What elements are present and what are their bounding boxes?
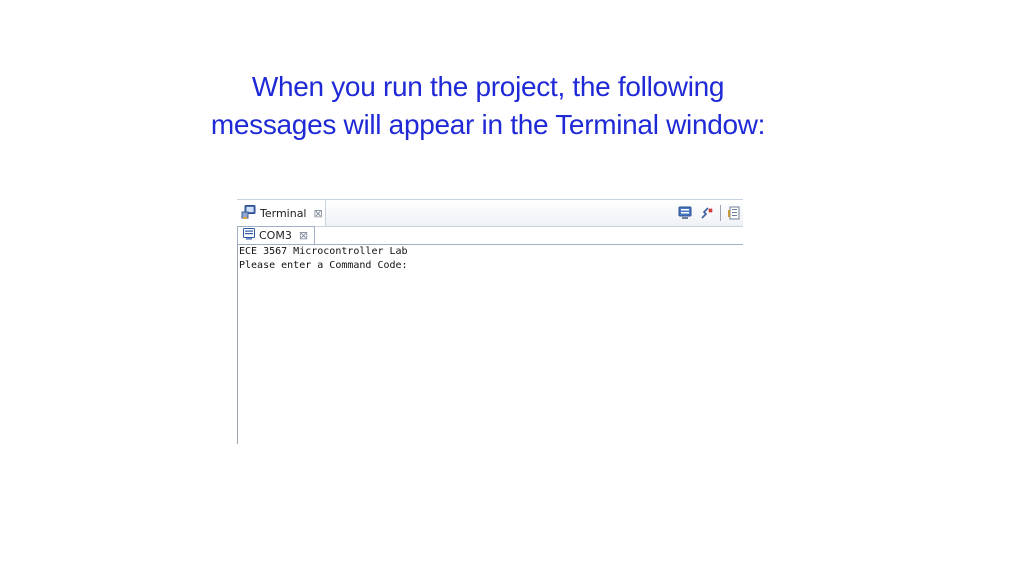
slide-title-line-1: When you run the project, the following xyxy=(251,71,725,102)
disconnect-icon[interactable] xyxy=(698,204,716,222)
slide-title: When you run the project, the following … xyxy=(100,68,876,144)
console-icon xyxy=(243,228,255,243)
slide-title-line-2: messages will appear in the Terminal win… xyxy=(210,109,766,140)
terminal-line: Please enter a Command Code: xyxy=(239,260,408,271)
close-icon[interactable]: ⊠ xyxy=(299,229,308,242)
monitor-icon[interactable] xyxy=(676,204,694,222)
toolbar-separator xyxy=(720,205,721,221)
terminal-tab-label: Terminal xyxy=(260,206,307,220)
terminal-view-tab[interactable]: Terminal ⊠ xyxy=(237,200,326,226)
scroll-lock-icon[interactable] xyxy=(725,204,743,222)
terminal-icon xyxy=(241,204,257,223)
view-tab-bar: Terminal ⊠ xyxy=(237,199,743,227)
close-icon[interactable]: ⊠ xyxy=(314,207,323,220)
session-tab-bar: COM3 ⊠ xyxy=(237,226,743,245)
view-toolbar xyxy=(676,200,743,226)
session-tab-label: COM3 xyxy=(259,229,292,242)
session-tab-com3[interactable]: COM3 ⊠ xyxy=(237,226,315,244)
terminal-line: ECE 3567 Microcontroller Lab xyxy=(239,246,408,257)
terminal-view: Terminal ⊠ COM3 ⊠ ECE 3567 Microcontroll… xyxy=(237,199,743,444)
terminal-output[interactable]: ECE 3567 Microcontroller Lab Please ente… xyxy=(237,245,743,444)
